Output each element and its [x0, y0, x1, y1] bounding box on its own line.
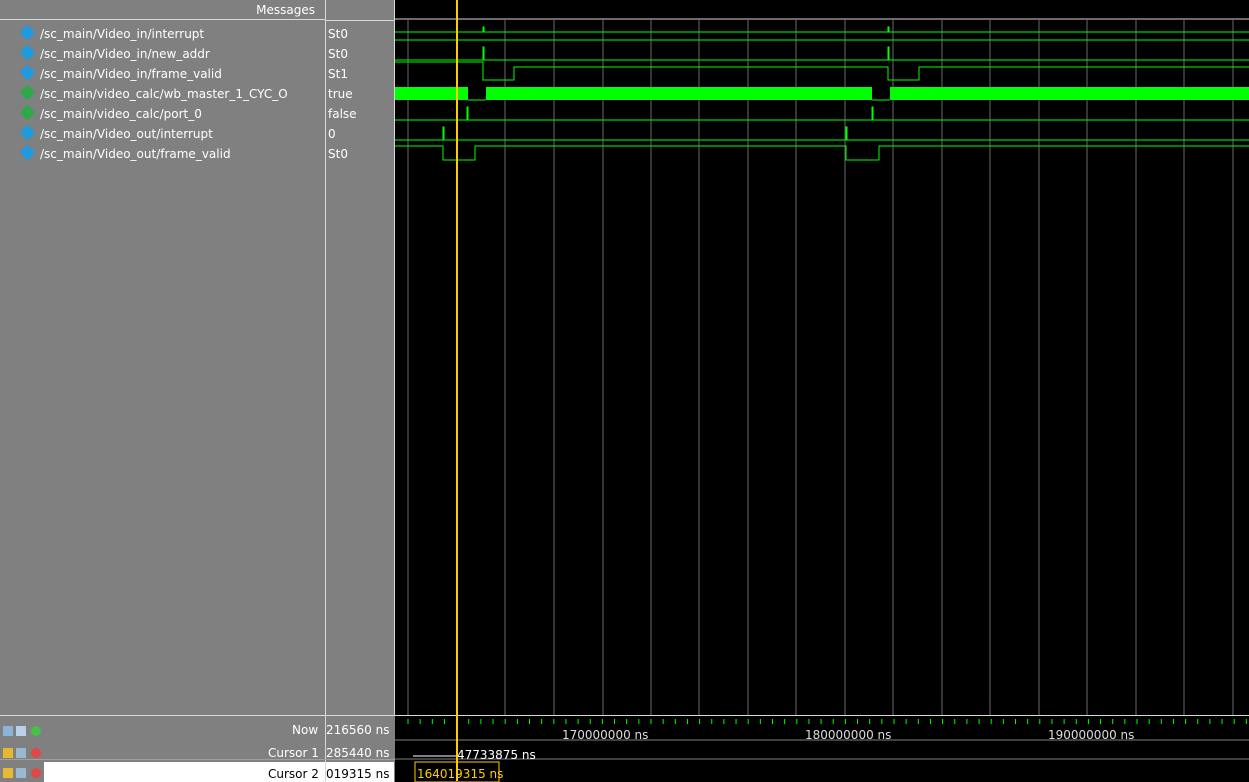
signal-name: /sc_main/Video_in/interrupt: [40, 27, 205, 41]
waveform-video-calc-port-0: [395, 106, 1249, 121]
wrench-icon[interactable]: [16, 748, 26, 758]
waveform-video-in-new-addr: [395, 46, 1249, 61]
wrench-icon[interactable]: [16, 768, 26, 778]
signal-name: /sc_main/Video_out/frame_valid: [40, 147, 231, 161]
grid-lines: [407, 20, 1234, 715]
signal-row[interactable]: /sc_main/Video_in/new_addr: [0, 44, 325, 64]
signal-name: /sc_main/Video_out/interrupt: [40, 127, 213, 141]
waveform-pane[interactable]: [395, 0, 1249, 715]
time-ruler[interactable]: 170000000 ns 180000000 ns 190000000 ns 4…: [395, 716, 1249, 782]
ruler-tick-label: 180000000 ns: [805, 728, 892, 742]
remove-cursor-icon[interactable]: [31, 748, 41, 758]
cursor-panel: Now Cursor 1 Cursor 2 Cursor 2 216560 ns…: [0, 715, 1249, 782]
waveform-video-in-interrupt: [395, 26, 1249, 33]
waveform-video-in-frame-valid: [395, 61, 1249, 81]
waveforms: [395, 26, 1249, 161]
signal-row[interactable]: /sc_main/video_calc/port_0: [0, 104, 325, 124]
diamond-blue-icon: [19, 64, 36, 81]
cursor1-value: 285440 ns: [326, 746, 390, 760]
values-header: [326, 0, 394, 21]
cursor2-value: 019315 ns: [326, 767, 390, 781]
zoom-icon[interactable]: [3, 726, 13, 736]
signal-row[interactable]: /sc_main/video_calc/wb_master_1_CYC_O: [0, 84, 325, 104]
lock-icon[interactable]: [3, 748, 13, 758]
cursor1-label: Cursor 1: [268, 746, 319, 760]
diamond-blue-icon: [19, 124, 36, 141]
signal-name: /sc_main/Video_in/frame_valid: [40, 67, 222, 81]
signal-value: St0: [328, 47, 348, 61]
monitor-icon[interactable]: [16, 726, 26, 736]
signal-row[interactable]: /sc_main/Video_in/frame_valid: [0, 64, 325, 84]
signal-value: 0: [328, 127, 336, 141]
cursor1-delta-value: 47733875 ns: [457, 748, 536, 762]
cursor2-label-highlight: Cursor 2: [268, 767, 319, 781]
add-cursor-icon[interactable]: [31, 726, 41, 736]
signal-value: St0: [328, 27, 348, 41]
waveform-video-out-frame-valid: [395, 145, 1249, 161]
diamond-green-icon: [19, 84, 36, 101]
waveform-wb-master-cyc-segment: [890, 87, 1249, 100]
signal-value: St1: [328, 67, 348, 81]
now-label: Now: [292, 723, 319, 737]
waveform-wb-master-cyc-segment: [486, 87, 872, 100]
waveform-canvas[interactable]: [395, 0, 1249, 715]
diamond-blue-icon: [19, 24, 36, 41]
lock-icon[interactable]: [3, 768, 13, 778]
ruler-tick-label: 170000000 ns: [562, 728, 649, 742]
cursor2-time-value: 164019315 ns: [417, 767, 504, 781]
diamond-green-icon: [19, 104, 36, 121]
messages-label: Messages: [256, 3, 315, 17]
signal-value: false: [328, 107, 357, 121]
signal-row[interactable]: /sc_main/Video_out/frame_valid: [0, 144, 325, 164]
diamond-blue-icon: [19, 44, 36, 61]
signal-values-pane: St0 St0 St1 true false 0 St0: [326, 0, 395, 715]
ruler-tick-label: 190000000 ns: [1048, 728, 1135, 742]
waveform-video-out-interrupt: [395, 126, 1249, 141]
remove-cursor-icon[interactable]: [31, 768, 41, 778]
waveform-wb-master-cyc-segment: [395, 87, 468, 100]
signal-row[interactable]: /sc_main/Video_in/interrupt: [0, 24, 325, 44]
signal-value: true: [328, 87, 353, 101]
diamond-blue-icon: [19, 144, 36, 161]
messages-header: Messages: [0, 0, 325, 20]
signal-name: /sc_main/Video_in/new_addr: [40, 47, 210, 61]
now-value: 216560 ns: [326, 723, 390, 737]
signal-name: /sc_main/video_calc/wb_master_1_CYC_O: [40, 87, 288, 101]
signal-name: /sc_main/video_calc/port_0: [40, 107, 202, 121]
signal-row[interactable]: /sc_main/Video_out/interrupt: [0, 124, 325, 144]
signal-names-pane: Messages /sc_main/Video_in/interrupt /sc…: [0, 0, 326, 715]
ruler-ticks: [407, 719, 1247, 724]
signal-value: St0: [328, 147, 348, 161]
